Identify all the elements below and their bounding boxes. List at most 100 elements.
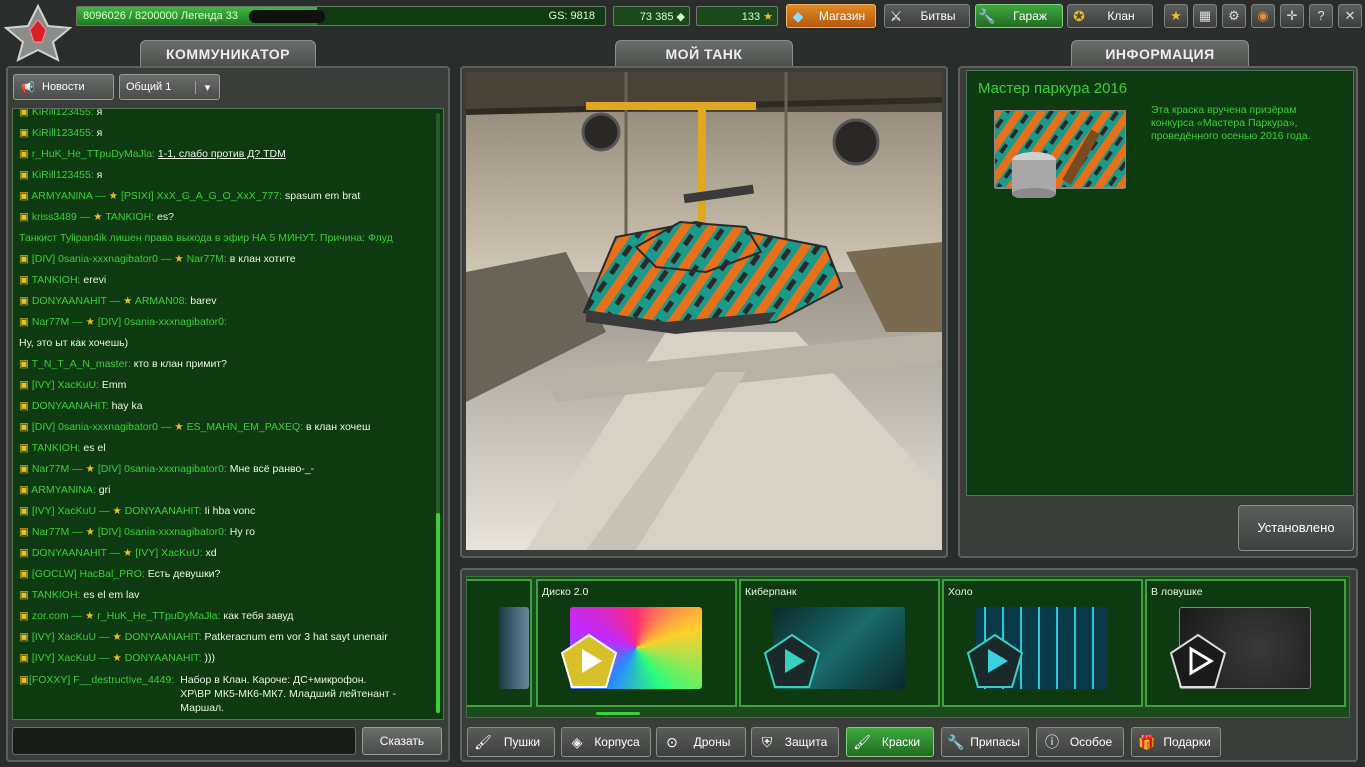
rank-emblem-logo (3, 3, 73, 62)
cannon-icon: 🖌 (474, 733, 492, 750)
installed-button[interactable]: Установлено (1238, 505, 1354, 551)
chat-sender-nick[interactable]: TANKIOH: (32, 589, 81, 601)
paint-card[interactable]: Холо (942, 579, 1143, 707)
rank-icon: ▣ (19, 505, 32, 517)
chat-sender-nick[interactable]: Nar77M — (32, 526, 83, 538)
chat-sender-nick[interactable]: [IVY] XacKuU: (32, 379, 99, 391)
chat-recipient-nick[interactable]: DONYAANAHIT: (125, 631, 202, 643)
chat-sender-nick[interactable]: KiRill123455: (32, 109, 94, 118)
chat-recipient-nick[interactable]: r_HuK_He_TTpuDyMaJla: (97, 610, 220, 622)
chat-sender-nick[interactable]: KiRill123455: (32, 127, 94, 139)
map-icon[interactable]: ▦ (1193, 4, 1217, 28)
chat-sender-nick[interactable]: zor.com — (32, 610, 82, 622)
chat-message-text: es el em lav (83, 589, 140, 601)
category-supplies-button[interactable]: 🔧 Припасы (941, 727, 1029, 757)
chat-sender-nick[interactable]: DONYAANAHIT — (32, 547, 120, 559)
sound-icon[interactable]: ◉ (1251, 4, 1275, 28)
chat-recipient-nick[interactable]: [DIV] 0sania-xxxnagibator0: (98, 316, 227, 328)
chat-message-text: Patkeracnum em vor 3 hat sayt unenair (204, 631, 388, 643)
chat-message-text: кто в клан примит? (133, 358, 227, 370)
rank-icon: ★ (171, 253, 187, 265)
chat-sender-nick[interactable]: [GOCLW] HacBal_PRO: (32, 568, 145, 580)
chat-message: ▣ TANKIOH: erevi (13, 270, 433, 291)
category-label: Защита (784, 735, 828, 749)
chat-messages[interactable]: ▣ KiRill123455: я ▣ KiRill123455: я ▣ r_Hu… (12, 108, 444, 720)
news-button[interactable]: 📢 Новости (13, 74, 114, 100)
chat-recipient-nick[interactable]: [DIV] 0sania-xxxnagibator0: (98, 526, 227, 538)
category-weapons-button[interactable]: 🖌 Пушки (467, 727, 555, 757)
chat-sender-nick[interactable]: TANKIOH: (32, 274, 81, 286)
close-icon[interactable]: ✕ (1338, 4, 1362, 28)
chat-input[interactable] (12, 727, 356, 755)
chat-sender-nick[interactable]: kriss3489 — (32, 211, 90, 223)
exclamation-icon: ⓘ (1045, 734, 1059, 750)
category-gifts-button[interactable]: 🎁 Подарки (1131, 727, 1221, 757)
chat-sender-nick[interactable]: [FOXXY] F__destructive_4449: (29, 673, 174, 715)
chat-scrollbar-thumb[interactable] (436, 513, 440, 713)
chat-sender-nick[interactable]: DONYAANAHIT — (32, 295, 120, 307)
chat-sender-nick[interactable]: [IVY] XacKuU — (32, 652, 110, 664)
chat-message-text: Мне всё ранво-_- (229, 463, 315, 475)
experience-text: 8096026 / 8200000 Легенда 33 (83, 10, 238, 22)
chat-sender-nick[interactable]: ARMYANINA: (31, 484, 96, 496)
garage-button[interactable]: 🔧 Гараж (975, 4, 1063, 28)
chat-message-text[interactable]: 1-1, слабо против Д? TDM (158, 148, 286, 160)
gift-icon: 🎁 (1138, 733, 1156, 750)
chat-recipient-nick[interactable]: TANKIOH: (105, 211, 154, 223)
chat-sender-nick[interactable]: ARMYANINA — (31, 190, 105, 202)
chat-message: ▣ [IVY] XacKuU — ★ DONYAANAHIT: Ii hba v… (13, 501, 433, 522)
chat-recipient-nick[interactable]: DONYAANAHIT: (125, 652, 202, 664)
help-icon[interactable]: ? (1309, 4, 1333, 28)
garage-label: Гараж (1013, 9, 1047, 23)
fullscreen-icon[interactable]: ✛ (1280, 4, 1304, 28)
chat-message-text: barev (190, 295, 217, 307)
chat-sender-nick[interactable]: [DIV] 0sania-xxxnagibator0 — (32, 253, 171, 265)
chat-sender-nick[interactable]: Nar77M — (32, 316, 83, 328)
chat-recipient-nick[interactable]: [IVY] XacKuU: (135, 547, 202, 559)
chat-sender-nick[interactable]: Nar77M — (32, 463, 83, 475)
star-icon[interactable]: ★ (1164, 4, 1188, 28)
channel-select[interactable]: Общий 1 ▾ (119, 74, 220, 100)
paint-card[interactable]: В ловушке (1145, 579, 1346, 707)
battles-button[interactable]: ⚔ Битвы (884, 4, 970, 28)
gear-icon[interactable]: ⚙ (1222, 4, 1246, 28)
chat-recipient-nick[interactable]: [DIV] 0sania-xxxnagibator0: (98, 463, 227, 475)
paint-card-partial[interactable] (467, 579, 532, 707)
chat-sender-nick[interactable]: [DIV] 0sania-xxxnagibator0 — (32, 421, 171, 433)
chat-message: ▣ TANKIOH: es el (13, 438, 433, 459)
paint-card[interactable]: Диско 2.0 (536, 579, 737, 707)
stars-value: 133 (741, 11, 761, 23)
category-special-button[interactable]: ⓘ Особое (1036, 727, 1124, 757)
paint-carousel[interactable]: Диско 2.0 Киберпанк Холо В ловушке (466, 576, 1350, 718)
rank-icon: ▣ (19, 274, 32, 286)
crystals-counter: 73 385 ◆ (613, 6, 690, 26)
category-hulls-button[interactable]: ◈ Корпуса (561, 727, 651, 757)
chat-recipient-nick[interactable]: [PSIXI] XxX_G_A_G_O_XxX_777: (121, 190, 282, 202)
chat-sender-nick[interactable]: TANKIOH: (32, 442, 81, 454)
chat-sender-nick[interactable]: KiRill123455: (32, 169, 94, 181)
chat-recipient-nick[interactable]: ES_MAHN_EM_PAXEQ: (187, 421, 304, 433)
chat-recipient-nick[interactable]: ARMAN08: (135, 295, 188, 307)
chat-sender-nick[interactable]: T_N_T_A_N_master: (32, 358, 131, 370)
category-paints-button[interactable]: 🖌 Краски (846, 727, 934, 757)
chat-recipient-nick[interactable]: DONYAANAHIT: (125, 505, 202, 517)
chat-sender-nick[interactable]: r_HuK_He_TTpuDyMaJla: (32, 148, 155, 160)
crystal-icon: ◆ (676, 11, 685, 23)
chat-sender-nick[interactable]: DONYAANAHIT: (32, 400, 109, 412)
clan-button[interactable]: ✪ Клан (1067, 4, 1153, 28)
chat-sender-nick[interactable]: [IVY] XacKuU — (32, 505, 110, 517)
store-button[interactable]: ◆ Магазин (786, 4, 876, 28)
chat-recipient-nick[interactable]: Nar77M: (187, 253, 227, 265)
category-protection-button[interactable]: ⛨ Защита (751, 727, 839, 757)
say-button[interactable]: Сказать (362, 727, 442, 755)
category-drones-button[interactable]: ⊙ Дроны (656, 727, 746, 757)
rank-icon: ▣ (19, 211, 32, 223)
chat-message-text: erevi (83, 274, 107, 286)
paint-card[interactable]: Киберпанк (739, 579, 940, 707)
chat-message-text: Есть девушки? (147, 568, 221, 580)
chat-message-text: в клан хотите (229, 253, 296, 265)
chat-sender-nick[interactable]: [IVY] XacKuU — (32, 631, 110, 643)
chat-message: ▣ [FOXXY] F__destructive_4449: Набор в К… (13, 669, 433, 715)
wrench-icon: 🔧 (978, 7, 996, 24)
tank-preview-image (466, 72, 942, 550)
